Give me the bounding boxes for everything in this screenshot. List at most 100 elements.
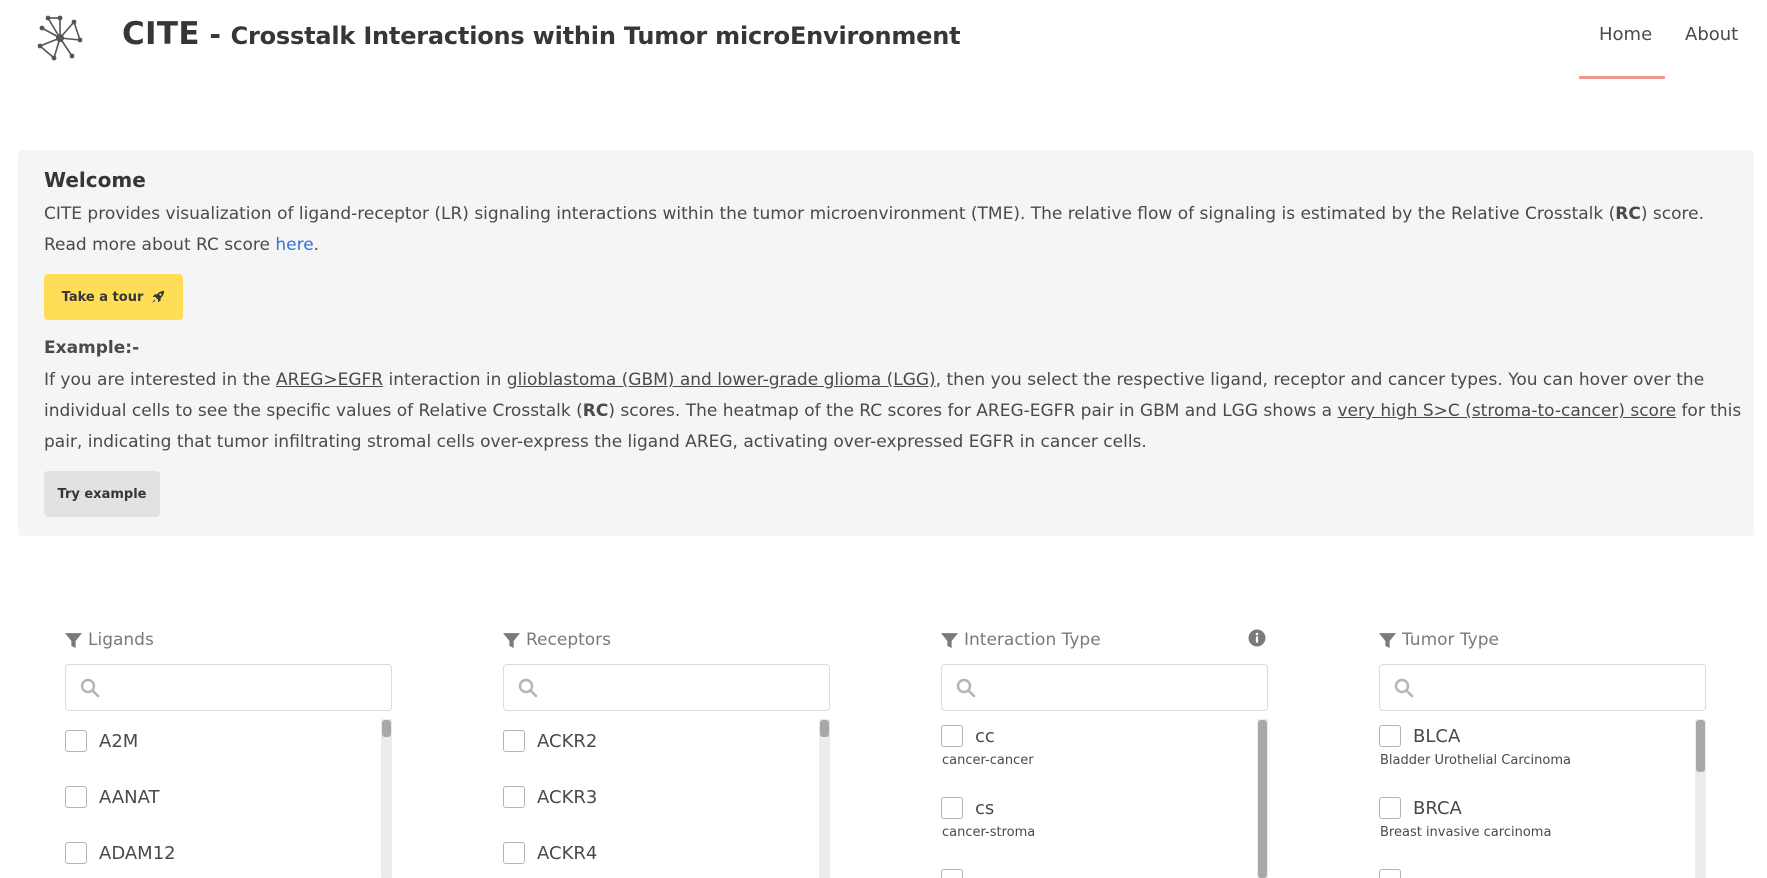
checkbox[interactable] xyxy=(941,725,963,747)
scrollbar[interactable] xyxy=(1257,719,1268,878)
list-item[interactable] xyxy=(941,869,963,878)
list-item[interactable]: A2M xyxy=(65,730,138,752)
item-label: ACKR2 xyxy=(537,730,598,752)
receptors-label: Receptors xyxy=(526,630,612,650)
tumor-type-filter: Tumor Type BLCA Bladder Urothelial Carci… xyxy=(1379,625,1709,878)
take-a-tour-button[interactable]: Take a tour xyxy=(44,274,183,320)
receptors-header: Receptors xyxy=(503,629,611,651)
item-code: cs xyxy=(975,797,995,819)
intro-text-1: CITE provides visualization of ligand-re… xyxy=(44,204,1616,224)
scrollbar-thumb[interactable] xyxy=(382,720,391,737)
ligands-list: A2M AANAT ADAM12 xyxy=(65,719,392,878)
receptors-search-input[interactable] xyxy=(548,675,818,701)
intro-text-end: . xyxy=(313,235,320,255)
search-icon xyxy=(1394,678,1414,698)
interaction-type-filter: Interaction Type cc cancer-cancer cs can… xyxy=(941,625,1271,878)
areg-egfr-link[interactable]: AREG>EGFR xyxy=(276,370,383,390)
item-description: cancer-stroma xyxy=(942,825,1036,840)
item-label: ACKR3 xyxy=(537,786,598,808)
checkbox[interactable] xyxy=(65,730,87,752)
brand-separator: - xyxy=(209,18,222,51)
scrollbar-thumb[interactable] xyxy=(1696,720,1705,772)
welcome-title: Welcome xyxy=(44,168,146,192)
welcome-intro: CITE provides visualization of ligand-re… xyxy=(44,199,1734,261)
try-example-button[interactable]: Try example xyxy=(44,471,160,517)
stroma-to-cancer-link[interactable]: very high S>C (stroma-to-cancer) score xyxy=(1337,401,1676,421)
list-item[interactable]: ACKR4 xyxy=(503,842,597,864)
list-item[interactable]: ACKR2 xyxy=(503,730,597,752)
item-label: A2M xyxy=(99,730,139,752)
checkbox[interactable] xyxy=(941,797,963,819)
example-text-4: ) scores. The heatmap of the RC scores f… xyxy=(608,401,1338,421)
scrollbar[interactable] xyxy=(1695,719,1706,878)
brand-title[interactable]: CITE - Crosstalk Interactions within Tum… xyxy=(122,16,961,52)
filter-icon xyxy=(1379,632,1396,648)
list-item[interactable] xyxy=(1379,869,1401,878)
checkbox[interactable] xyxy=(65,842,87,864)
nav-active-indicator xyxy=(1579,76,1665,79)
list-item[interactable]: BRCA xyxy=(1379,797,1462,819)
item-label: ADAM12 xyxy=(99,842,176,864)
search-icon xyxy=(956,678,976,698)
interaction-type-list: cc cancer-cancer cs cancer-stroma xyxy=(941,719,1268,878)
network-logo-icon[interactable] xyxy=(36,14,84,62)
example-text-1: If you are interested in the xyxy=(44,370,277,390)
item-label: ACKR4 xyxy=(537,842,598,864)
receptors-search-box[interactable] xyxy=(503,664,830,711)
ligands-filter: Ligands A2M AANAT ADAM12 xyxy=(65,625,395,878)
item-code: BLCA xyxy=(1413,725,1461,747)
nav-home-link[interactable]: Home xyxy=(1599,24,1652,45)
interaction-type-search-box[interactable] xyxy=(941,664,1268,711)
list-item[interactable]: AANAT xyxy=(65,786,160,808)
scrollbar[interactable] xyxy=(381,719,392,878)
example-bold-rc: RC xyxy=(582,401,609,421)
tumor-type-list: BLCA Bladder Urothelial Carcinoma BRCA B… xyxy=(1379,719,1706,878)
checkbox[interactable] xyxy=(503,786,525,808)
ligands-search-box[interactable] xyxy=(65,664,392,711)
receptors-filter: Receptors ACKR2 ACKR3 ACKR4 xyxy=(503,625,833,878)
receptors-list: ACKR2 ACKR3 ACKR4 xyxy=(503,719,830,878)
list-item[interactable]: ACKR3 xyxy=(503,786,597,808)
checkbox[interactable] xyxy=(1379,797,1401,819)
checkbox[interactable] xyxy=(941,869,963,878)
example-text-2: interaction in xyxy=(383,370,507,390)
tumor-type-label: Tumor Type xyxy=(1402,630,1499,650)
item-code: BRCA xyxy=(1413,797,1462,819)
item-description: Bladder Urothelial Carcinoma xyxy=(1380,753,1571,768)
nav-about-link[interactable]: About xyxy=(1685,24,1738,45)
item-description: cancer-cancer xyxy=(942,753,1034,768)
checkbox[interactable] xyxy=(503,730,525,752)
info-icon[interactable] xyxy=(1248,629,1266,647)
tumor-type-search-box[interactable] xyxy=(1379,664,1706,711)
ligands-search-input[interactable] xyxy=(110,675,380,701)
list-item[interactable]: cc xyxy=(941,725,995,747)
example-paragraph: If you are interested in the AREG>EGFR i… xyxy=(44,365,1744,458)
tumor-type-search-input[interactable] xyxy=(1424,675,1694,701)
list-item[interactable]: ADAM12 xyxy=(65,842,176,864)
filter-icon xyxy=(941,632,958,648)
checkbox[interactable] xyxy=(65,786,87,808)
scrollbar-thumb[interactable] xyxy=(820,720,829,737)
checkbox[interactable] xyxy=(503,842,525,864)
rc-score-here-link[interactable]: here xyxy=(275,235,313,255)
gbm-lgg-link[interactable]: glioblastoma (GBM) and lower-grade gliom… xyxy=(507,370,936,390)
checkbox[interactable] xyxy=(1379,725,1401,747)
list-item[interactable]: cs xyxy=(941,797,994,819)
ligands-label: Ligands xyxy=(88,630,154,650)
take-a-tour-label: Take a tour xyxy=(61,289,144,305)
scrollbar-thumb[interactable] xyxy=(1258,720,1267,878)
ligands-header: Ligands xyxy=(65,629,154,651)
tumor-type-header: Tumor Type xyxy=(1379,629,1499,651)
item-label: AANAT xyxy=(99,786,160,808)
item-code: cc xyxy=(975,725,995,747)
brand-name: CITE xyxy=(122,16,200,52)
scrollbar[interactable] xyxy=(819,719,830,878)
interaction-type-search-input[interactable] xyxy=(986,675,1256,701)
checkbox[interactable] xyxy=(1379,869,1401,878)
filter-icon xyxy=(503,632,520,648)
welcome-panel: Welcome CITE provides visualization of l… xyxy=(18,150,1754,536)
list-item[interactable]: BLCA xyxy=(1379,725,1460,747)
search-icon xyxy=(80,678,100,698)
interaction-type-label: Interaction Type xyxy=(964,630,1101,650)
filter-icon xyxy=(65,632,82,648)
